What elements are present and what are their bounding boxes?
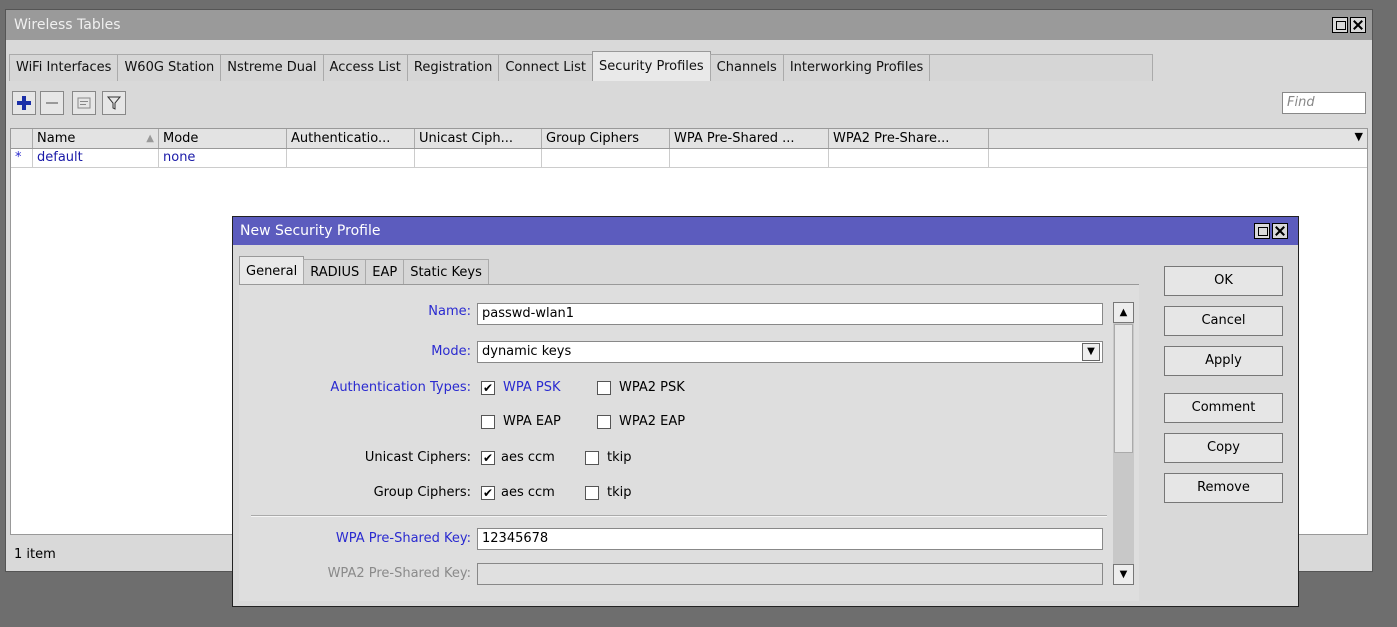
wireless-tabs: WiFi Interfaces W60G Station Nstreme Dua… — [9, 51, 1154, 81]
wpa2-psk-key-field[interactable] — [477, 563, 1103, 585]
row-wpa-psk — [670, 149, 829, 167]
row-authentication — [287, 149, 415, 167]
column-header-mode[interactable]: Mode — [159, 129, 287, 148]
dialog-controls — [1254, 223, 1288, 239]
row-group — [542, 149, 670, 167]
dialog-maximize-icon[interactable] — [1254, 223, 1270, 239]
remove-button-dialog[interactable]: Remove — [1164, 473, 1283, 503]
row-mode: none — [159, 149, 287, 167]
unicast-tkip-checkbox[interactable] — [585, 451, 599, 465]
table-header: Name ▲ Mode Authenticatio... Unicast Cip… — [11, 129, 1367, 149]
ok-button[interactable]: OK — [1164, 266, 1283, 296]
dialog-close-icon[interactable] — [1272, 223, 1288, 239]
unicast-ciphers-label: Unicast Ciphers: — [364, 450, 471, 465]
apply-button[interactable]: Apply — [1164, 346, 1283, 376]
scroll-thumb[interactable] — [1114, 324, 1133, 453]
remove-button[interactable] — [40, 91, 64, 115]
dialog-tabs: General RADIUS EAP Static Keys — [239, 256, 489, 286]
wpa-psk-key-field[interactable]: 12345678 — [477, 528, 1103, 550]
row-unicast — [415, 149, 542, 167]
wpa2-psk-key-label: WPA2 Pre-Shared Key: — [327, 566, 471, 581]
minus-icon — [46, 102, 58, 104]
cancel-button[interactable]: Cancel — [1164, 306, 1283, 336]
maximize-icon[interactable] — [1332, 17, 1348, 33]
scroll-down-icon[interactable]: ▼ — [1113, 564, 1134, 585]
add-button[interactable] — [12, 91, 36, 115]
column-header-authentication[interactable]: Authenticatio... — [287, 129, 415, 148]
new-security-profile-dialog: New Security Profile General RADIUS EAP … — [232, 216, 1299, 607]
scroll-up-icon[interactable]: ▲ — [1113, 302, 1134, 323]
unicast-tkip-label: tkip — [607, 450, 632, 465]
tab-static-keys[interactable]: Static Keys — [403, 259, 489, 286]
column-header-name[interactable]: Name ▲ — [33, 129, 159, 148]
flag-column-header — [11, 129, 33, 148]
tab-radius[interactable]: RADIUS — [303, 259, 367, 286]
tab-general[interactable]: General — [239, 256, 305, 286]
unicast-aes-ccm-checkbox[interactable]: ✔ — [481, 451, 495, 465]
group-tkip-label: tkip — [607, 485, 632, 500]
tab-nstreme-dual[interactable]: Nstreme Dual — [220, 54, 324, 81]
column-header-wpa2-psk[interactable]: WPA2 Pre-Share... — [829, 129, 989, 148]
dialog-title: New Security Profile — [240, 223, 381, 239]
filter-button[interactable] — [102, 91, 126, 115]
mode-select[interactable]: dynamic keys ▼ — [477, 341, 1103, 363]
row-flag: * — [11, 149, 33, 167]
tab-access-list[interactable]: Access List — [322, 54, 408, 81]
tab-interworking-profiles[interactable]: Interworking Profiles — [782, 54, 931, 81]
name-label: Name: — [428, 304, 471, 319]
wpa2-eap-checkbox[interactable] — [597, 415, 611, 429]
mode-label: Mode: — [431, 344, 471, 359]
wpa-psk-key-label: WPA Pre-Shared Key: — [335, 531, 471, 546]
group-aes-ccm-label: aes ccm — [501, 485, 555, 500]
comment-button[interactable] — [72, 91, 96, 115]
sort-asc-icon: ▲ — [146, 133, 154, 144]
wpa2-psk-checkbox[interactable] — [597, 381, 611, 395]
tab-wifi-interfaces[interactable]: WiFi Interfaces — [9, 54, 119, 81]
wpa-psk-checkbox[interactable]: ✔ — [481, 381, 495, 395]
unicast-aes-ccm-label: aes ccm — [501, 450, 555, 465]
column-menu-dropdown-icon[interactable]: ▼ — [1355, 130, 1363, 143]
close-icon[interactable] — [1350, 17, 1366, 33]
tab-eap[interactable]: EAP — [365, 259, 405, 286]
filter-icon — [106, 96, 122, 110]
table-row[interactable]: * default none — [11, 149, 1367, 168]
wpa2-eap-label: WPA2 EAP — [619, 414, 686, 429]
plus-icon — [17, 96, 31, 110]
find-input[interactable]: Find — [1282, 92, 1366, 114]
form-separator — [251, 515, 1107, 517]
row-name: default — [33, 149, 159, 167]
wpa-eap-label: WPA EAP — [503, 414, 561, 429]
general-panel — [239, 284, 1139, 601]
status-count: 1 item — [14, 547, 56, 562]
window-title-bar[interactable]: Wireless Tables — [6, 10, 1372, 40]
copy-button[interactable]: Copy — [1164, 433, 1283, 463]
dialog-title-bar[interactable]: New Security Profile — [233, 217, 1298, 245]
wpa2-psk-label: WPA2 PSK — [619, 380, 685, 395]
window-title: Wireless Tables — [14, 17, 121, 33]
tab-channels[interactable]: Channels — [709, 54, 784, 81]
tab-registration[interactable]: Registration — [406, 54, 500, 81]
table-toolbar: Find — [10, 91, 1368, 117]
tab-security-profiles[interactable]: Security Profiles — [591, 51, 711, 81]
wpa-eap-checkbox[interactable] — [481, 415, 495, 429]
column-header-unicast-ciphers[interactable]: Unicast Ciph... — [415, 129, 542, 148]
authentication-types-label: Authentication Types: — [330, 380, 471, 395]
wpa-psk-label: WPA PSK — [503, 380, 561, 395]
dropdown-arrow-icon[interactable]: ▼ — [1082, 343, 1100, 361]
tab-w60g-station[interactable]: W60G Station — [117, 54, 222, 81]
window-controls — [1332, 17, 1366, 33]
group-tkip-checkbox[interactable] — [585, 486, 599, 500]
form-scrollbar[interactable]: ▲ ▼ — [1113, 302, 1134, 585]
tab-connect-list[interactable]: Connect List — [498, 54, 593, 81]
group-ciphers-label: Group Ciphers: — [373, 485, 471, 500]
note-icon — [77, 97, 91, 109]
group-aes-ccm-checkbox[interactable]: ✔ — [481, 486, 495, 500]
tab-strip-filler — [929, 54, 1154, 81]
row-wpa2-psk — [829, 149, 989, 167]
column-header-group-ciphers[interactable]: Group Ciphers — [542, 129, 670, 148]
name-field[interactable]: passwd-wlan1 — [477, 303, 1103, 325]
column-header-wpa-psk[interactable]: WPA Pre-Shared ... — [670, 129, 829, 148]
comment-button-dialog[interactable]: Comment — [1164, 393, 1283, 423]
